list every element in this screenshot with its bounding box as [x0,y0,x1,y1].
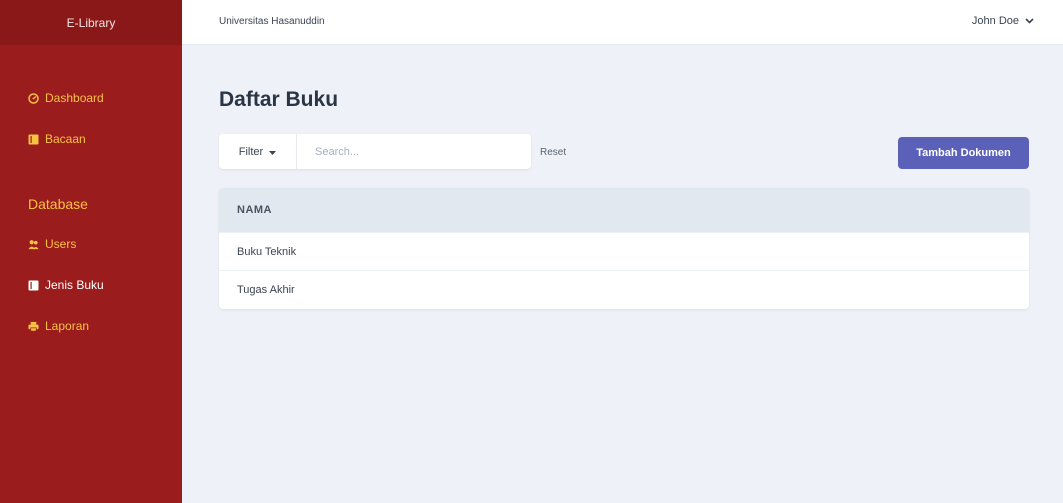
table-row[interactable]: Tugas Akhir [219,270,1029,308]
sidebar-item-label: Jenis Buku [45,278,104,292]
sidebar-item-label: Dashboard [45,91,104,105]
search-bar: Filter [219,134,531,169]
column-header-nama: NAMA [237,204,272,216]
sidebar-item-label: Laporan [45,319,90,333]
sidebar-item-jenis-buku[interactable]: Jenis Buku [28,278,104,292]
dashboard-icon [28,92,39,104]
user-menu[interactable]: John Doe [972,15,1034,27]
sidebar-item-users[interactable]: Users [28,237,76,251]
sidebar-item-bacaan[interactable]: Bacaan [28,132,86,146]
reset-link[interactable]: Reset [540,147,566,158]
chevron-down-icon [1025,15,1034,27]
brand-name: E-Library [66,15,116,30]
sidebar: E-Library Dashboard Bacaan Database User… [0,0,182,503]
sidebar-section-heading: Database [28,196,88,212]
books-table: NAMA Buku Teknik Tugas Akhir [219,188,1029,309]
book-icon [28,280,39,291]
sidebar-item-label: Bacaan [45,132,86,146]
table-cell-nama: Tugas Akhir [237,283,295,296]
users-icon [28,239,39,250]
page-title: Daftar Buku [219,88,339,111]
printer-icon [28,321,39,332]
table-header: NAMA [219,188,1029,232]
topbar: Universitas Hasanuddin John Doe [182,0,1063,45]
sidebar-item-label: Users [45,237,77,251]
brand-logo[interactable]: E-Library [0,0,182,45]
sidebar-item-dashboard[interactable]: Dashboard [28,91,104,105]
table-cell-nama: Buku Teknik [237,245,297,258]
filter-dropdown[interactable]: Filter [219,134,297,169]
book-icon [28,134,39,145]
sidebar-item-laporan[interactable]: Laporan [28,319,89,333]
table-row[interactable]: Buku Teknik [219,232,1029,270]
caret-down-icon [269,146,277,158]
user-name: John Doe [971,15,1019,27]
filter-label: Filter [238,145,264,158]
search-input[interactable] [297,135,517,168]
organization-name: Universitas Hasanuddin [219,16,325,27]
add-document-button[interactable]: Tambah Dokumen [898,137,1029,169]
app-root: E-Library Dashboard Bacaan Database User… [0,0,1063,503]
